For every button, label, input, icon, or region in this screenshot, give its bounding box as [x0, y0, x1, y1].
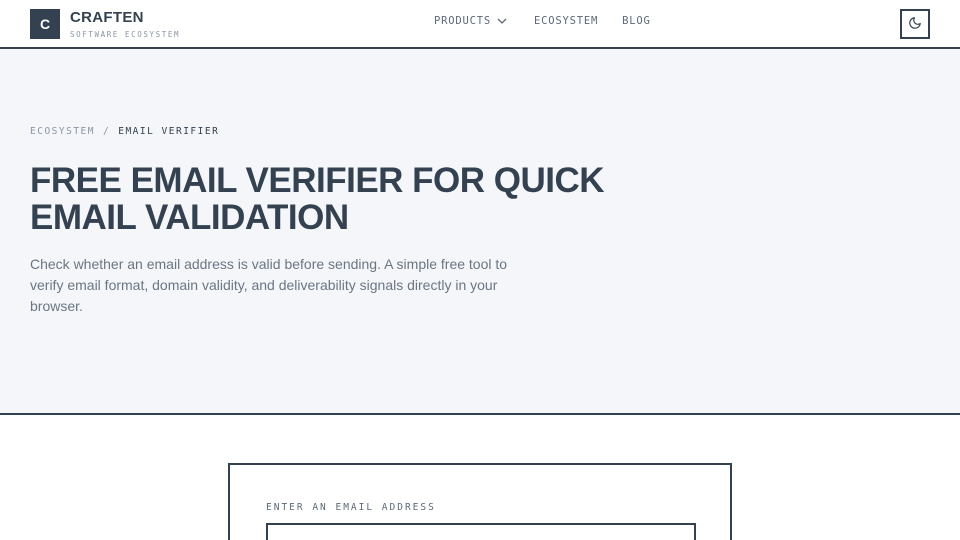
nav-ecosystem-label: ECOSYSTEM [533, 15, 599, 27]
breadcrumb-separator: / [102, 126, 111, 137]
theme-toggle-button[interactable] [900, 9, 930, 39]
page-title: FREE EMAIL VERIFIER FOR QUICK EMAIL VALI… [30, 161, 605, 237]
nav-products-label: PRODUCTS [434, 15, 491, 27]
nav-item-products[interactable]: PRODUCTS [434, 15, 507, 27]
breadcrumb-ecosystem-link[interactable]: ECOSYSTEM [30, 126, 95, 137]
email-field-label: ENTER AN EMAIL ADDRESS [266, 502, 436, 513]
breadcrumb-current: EMAIL VERIFIER [118, 126, 220, 137]
logo-letter: C [39, 16, 51, 32]
nav-item-blog[interactable]: BLOG [622, 15, 651, 27]
brand-name[interactable]: CRAFTEN [70, 9, 144, 26]
breadcrumb: ECOSYSTEM / EMAIL VERIFIER [30, 126, 219, 137]
moon-icon [908, 16, 922, 33]
logo-mark[interactable]: C [30, 9, 60, 39]
nav-item-ecosystem[interactable]: ECOSYSTEM [534, 15, 598, 27]
email-input[interactable] [266, 523, 696, 540]
main-nav: PRODUCTS ECOSYSTEM BLOG [434, 15, 651, 27]
nav-blog-label: BLOG [622, 15, 651, 27]
brand-tagline: SOFTWARE ECOSYSTEM [70, 30, 181, 39]
chevron-down-icon [497, 18, 507, 24]
hero-section: ECOSYSTEM / EMAIL VERIFIER FREE EMAIL VE… [0, 49, 960, 415]
email-verifier-card: ENTER AN EMAIL ADDRESS [228, 463, 732, 540]
page-description: Check whether an email address is valid … [30, 256, 508, 314]
site-header: C CRAFTEN SOFTWARE ECOSYSTEM PRODUCTS EC… [0, 0, 960, 49]
